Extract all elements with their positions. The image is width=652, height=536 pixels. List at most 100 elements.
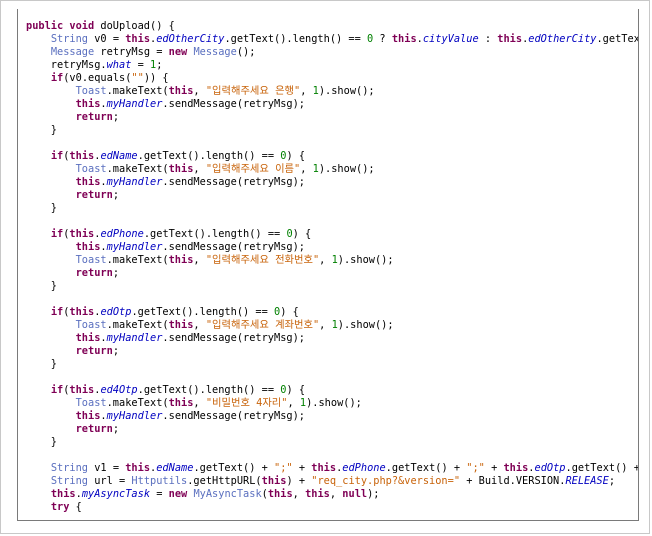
code-token: , (287, 397, 300, 409)
code-token: (); (236, 46, 256, 58)
code-token: , (193, 163, 206, 175)
code-line: return; (26, 423, 638, 436)
code-token: , (319, 254, 332, 266)
code-token: if (50, 150, 64, 162)
code-token: ) { (286, 384, 306, 396)
code-token: this (168, 254, 194, 266)
code-token: this (497, 33, 523, 45)
code-token: this (69, 306, 95, 318)
code-token: , (193, 319, 206, 331)
code-line: String v0 = this.edOtherCity.getText().l… (26, 33, 638, 46)
code-token: this (69, 150, 95, 162)
code-token: .getText().length() == (137, 150, 281, 162)
code-line: return; (26, 345, 638, 358)
code-token: this (75, 410, 101, 422)
code-token: v1 = (88, 462, 126, 474)
code-token: this (391, 33, 417, 45)
code-token: retryMsg. (26, 59, 107, 71)
code-token: .sendMessage(retryMsg); (162, 98, 306, 110)
code-token: ); (367, 488, 380, 500)
code-line: } (26, 202, 638, 215)
code-token: .sendMessage(retryMsg); (162, 332, 306, 344)
code-token: "입력해주세요 전화번호" (205, 254, 320, 266)
code-line: } (26, 280, 638, 293)
code-token: null (342, 488, 368, 500)
code-token: String (50, 33, 89, 45)
code-line: this.myHandler.sendMessage(retryMsg); (26, 98, 638, 111)
code-editor[interactable]: public void doUpload() { String v0 = thi… (17, 9, 639, 521)
code-line: if(this.edName.getText().length() == 0) … (26, 150, 638, 163)
code-token: } (26, 124, 57, 136)
code-token: myHandler (106, 176, 163, 188)
code-token: myAsyncTask (81, 488, 151, 500)
code-token: return (75, 111, 113, 123)
code-token: + (292, 462, 312, 474)
code-token: .getText().length() == (143, 228, 287, 240)
code-token: this (305, 488, 330, 500)
code-line: Toast.makeText(this, "비밀번호 4자리", 1).show… (26, 397, 638, 410)
code-token: this (503, 462, 529, 474)
code-token: , (193, 397, 206, 409)
code-line: if(this.edPhone.getText().length() == 0)… (26, 228, 638, 241)
code-token: ) { (286, 150, 306, 162)
code-token: if (50, 228, 64, 240)
code-line: this.myHandler.sendMessage(retryMsg); (26, 332, 638, 345)
code-token: ).show(); (337, 319, 394, 331)
code-token: ; (112, 111, 120, 123)
code-token: } (26, 436, 57, 448)
code-token: this (75, 176, 101, 188)
code-token: : (478, 33, 498, 45)
code-token: .sendMessage(retryMsg); (162, 410, 306, 422)
code-token: this (75, 332, 101, 344)
code-token: , (329, 488, 343, 500)
code-token: .getText().length() == (131, 306, 275, 318)
code-token: this (75, 98, 101, 110)
code-line: retryMsg.what = 1; (26, 59, 638, 72)
code-token: ).show(); (337, 254, 394, 266)
code-token: Toast (75, 397, 107, 409)
code-token: String (50, 475, 89, 487)
code-token: , (319, 319, 332, 331)
code-line: this.myHandler.sendMessage(retryMsg); (26, 176, 638, 189)
code-line: this.myHandler.sendMessage(retryMsg); (26, 410, 638, 423)
code-token: "입력해주세요 이름" (205, 163, 301, 175)
code-token: .makeText( (106, 319, 169, 331)
code-token: { (69, 501, 82, 513)
code-token: return (75, 189, 113, 201)
code-line: this.myHandler.sendMessage(retryMsg); (26, 241, 638, 254)
code-token: this (311, 462, 337, 474)
code-token: ).show(); (306, 397, 362, 409)
code-line: if(this.ed4Otp.getText().length() == 0) … (26, 384, 638, 397)
code-token: .getText() + (565, 462, 639, 474)
code-line: } (26, 124, 638, 137)
code-token: .getText().length() == (224, 33, 368, 45)
code-token: this (125, 33, 151, 45)
code-token: v0 = (88, 33, 126, 45)
code-token: Message (50, 46, 95, 58)
code-token: ).show(); (318, 163, 375, 175)
code-token: .sendMessage(retryMsg); (162, 241, 306, 253)
code-line: if(this.edOtp.getText().length() == 0) { (26, 306, 638, 319)
code-token: , (300, 85, 313, 97)
code-token: "입력해주세요 은행" (205, 85, 301, 97)
code-token: this (50, 488, 76, 500)
code-token: edOtp (100, 306, 132, 318)
code-token: , (300, 163, 313, 175)
code-token: .getText() + (193, 462, 275, 474)
code-token: )) { (143, 72, 169, 84)
code-line: Toast.makeText(this, "입력해주세요 이름", 1).sho… (26, 163, 638, 176)
code-token: ; (112, 423, 120, 435)
code-token: , (292, 488, 306, 500)
